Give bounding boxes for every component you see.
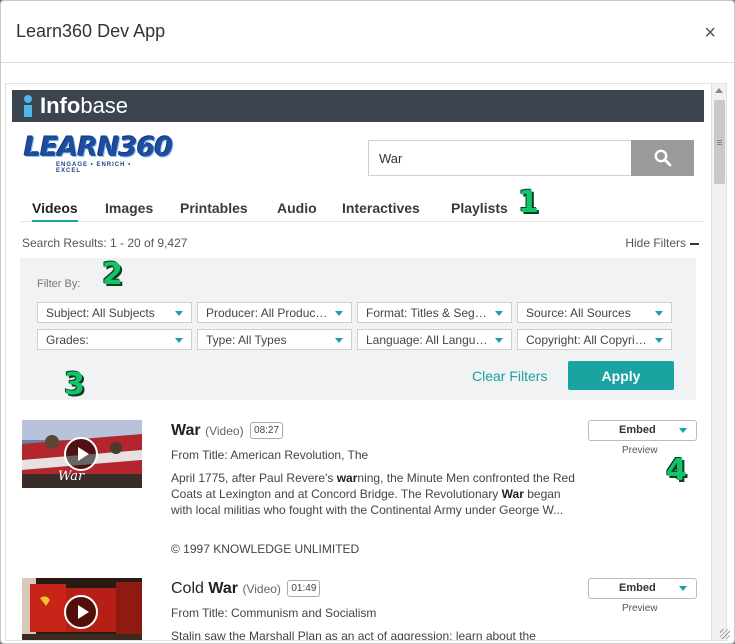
result-title-match: War — [208, 580, 238, 597]
embed-dropdown[interactable]: Embed — [588, 420, 697, 441]
hide-filters-toggle[interactable]: Hide Filters — [625, 236, 699, 250]
infobase-brand-light: base — [80, 93, 129, 118]
chevron-down-icon — [175, 338, 183, 343]
annotation-badge-1: 1 — [518, 185, 539, 220]
chevron-down-icon — [175, 311, 183, 316]
chevron-down-icon — [495, 311, 503, 316]
resize-handle[interactable] — [720, 629, 730, 639]
preview-link[interactable]: Preview — [622, 445, 658, 456]
chevron-down-icon — [679, 586, 687, 591]
tab-images[interactable]: Images — [105, 200, 153, 216]
result-copyright: © 1997 KNOWLEDGE UNLIMITED — [171, 542, 360, 556]
type-select[interactable]: Type: All Types — [197, 329, 352, 350]
annotation-badge-2: 2 — [102, 257, 123, 292]
thumbnail-caption: War — [58, 469, 85, 484]
result-kind: (Video) — [242, 582, 281, 596]
app-dialog: Learn360 Dev App × Infobase LEARN360 ENG… — [0, 0, 735, 644]
chevron-down-icon — [655, 338, 663, 343]
embed-dropdown[interactable]: Embed — [588, 578, 697, 599]
play-icon — [64, 595, 98, 629]
result-title-prefix: Cold — [171, 580, 209, 597]
search-input[interactable] — [368, 140, 631, 176]
tab-printables[interactable]: Printables — [180, 200, 248, 216]
infobase-brand-bold: Info — [40, 93, 81, 118]
result-title[interactable]: Cold War (Video) 01:49 — [171, 580, 321, 598]
dialog-header: Learn360 Dev App × — [1, 1, 734, 63]
producer-select[interactable]: Producer: All Producers — [197, 302, 352, 323]
dialog-title: Learn360 Dev App — [16, 21, 166, 41]
results-count: Search Results: 1 - 20 of 9,427 — [22, 236, 188, 250]
language-select[interactable]: Language: All Languages — [357, 329, 512, 350]
annotation-badge-4: 4 — [666, 453, 687, 488]
infobase-mark-icon — [20, 95, 36, 117]
chevron-down-icon — [679, 428, 687, 433]
result-item: Cold War (Video) 01:49 From Title: Commu… — [22, 578, 697, 641]
scroll-up-icon[interactable] — [715, 88, 723, 93]
learn360-tagline: ENGAGE • ENRICH • EXCEL — [56, 162, 132, 174]
minus-icon — [690, 242, 699, 245]
video-thumbnail[interactable] — [22, 578, 142, 640]
search-bar — [368, 140, 694, 176]
scrollbar-thumb[interactable] — [714, 100, 725, 184]
filter-panel: Filter By: 2 Subject: All Subjects Produ… — [20, 258, 696, 400]
tab-playlists[interactable]: Playlists — [451, 200, 508, 216]
infobase-header: Infobase — [12, 90, 704, 122]
app-content: Infobase LEARN360 ENGAGE • ENRICH • EXCE… — [12, 90, 704, 641]
result-description: Stalin saw the Marshall Plan as an act o… — [171, 629, 536, 641]
result-item: War War (Video) 08:27 From Title: Americ… — [22, 420, 697, 566]
search-button[interactable] — [631, 140, 694, 176]
duration-badge: 08:27 — [250, 422, 284, 439]
subject-select[interactable]: Subject: All Subjects — [37, 302, 192, 323]
hide-filters-label: Hide Filters — [625, 236, 686, 250]
grades-select[interactable]: Grades: — [37, 329, 192, 350]
tab-audio[interactable]: Audio — [277, 200, 317, 216]
close-icon[interactable]: × — [704, 23, 716, 43]
chevron-down-icon — [495, 338, 503, 343]
learn360-logo-text: LEARN360 — [24, 132, 173, 163]
chevron-down-icon — [655, 311, 663, 316]
video-thumbnail[interactable]: War — [22, 420, 142, 488]
result-title-match: War — [171, 422, 201, 439]
copyright-select[interactable]: Copyright: All Copyrights — [517, 329, 672, 350]
vertical-scrollbar[interactable] — [711, 84, 726, 640]
result-title[interactable]: War (Video) 08:27 — [171, 422, 284, 440]
content-tabs: Videos Images Printables Audio Interacti… — [20, 188, 704, 222]
result-from-title: From Title: Communism and Socialism — [171, 606, 377, 620]
learn360-logo: LEARN360 ENGAGE • ENRICH • EXCEL — [24, 132, 173, 176]
search-icon — [654, 149, 671, 167]
play-icon — [64, 437, 98, 471]
tab-videos[interactable]: Videos — [32, 200, 78, 222]
chevron-down-icon — [335, 311, 343, 316]
filter-by-label: Filter By: — [37, 278, 81, 290]
result-from-title: From Title: American Revolution, The — [171, 448, 369, 462]
tab-interactives[interactable]: Interactives — [342, 200, 420, 216]
apply-button[interactable]: Apply — [568, 361, 674, 390]
source-select[interactable]: Source: All Sources — [517, 302, 672, 323]
preview-link[interactable]: Preview — [622, 603, 658, 614]
infobase-logo: Infobase — [20, 93, 128, 119]
result-kind: (Video) — [205, 424, 244, 438]
duration-badge: 01:49 — [287, 580, 321, 597]
app-frame: Infobase LEARN360 ENGAGE • ENRICH • EXCE… — [5, 83, 727, 641]
clear-filters-link[interactable]: Clear Filters — [472, 368, 547, 384]
format-select[interactable]: Format: Titles & Segments — [357, 302, 512, 323]
chevron-down-icon — [335, 338, 343, 343]
result-description: April 1775, after Paul Revere's warning,… — [171, 471, 575, 517]
annotation-badge-3: 3 — [64, 367, 85, 402]
